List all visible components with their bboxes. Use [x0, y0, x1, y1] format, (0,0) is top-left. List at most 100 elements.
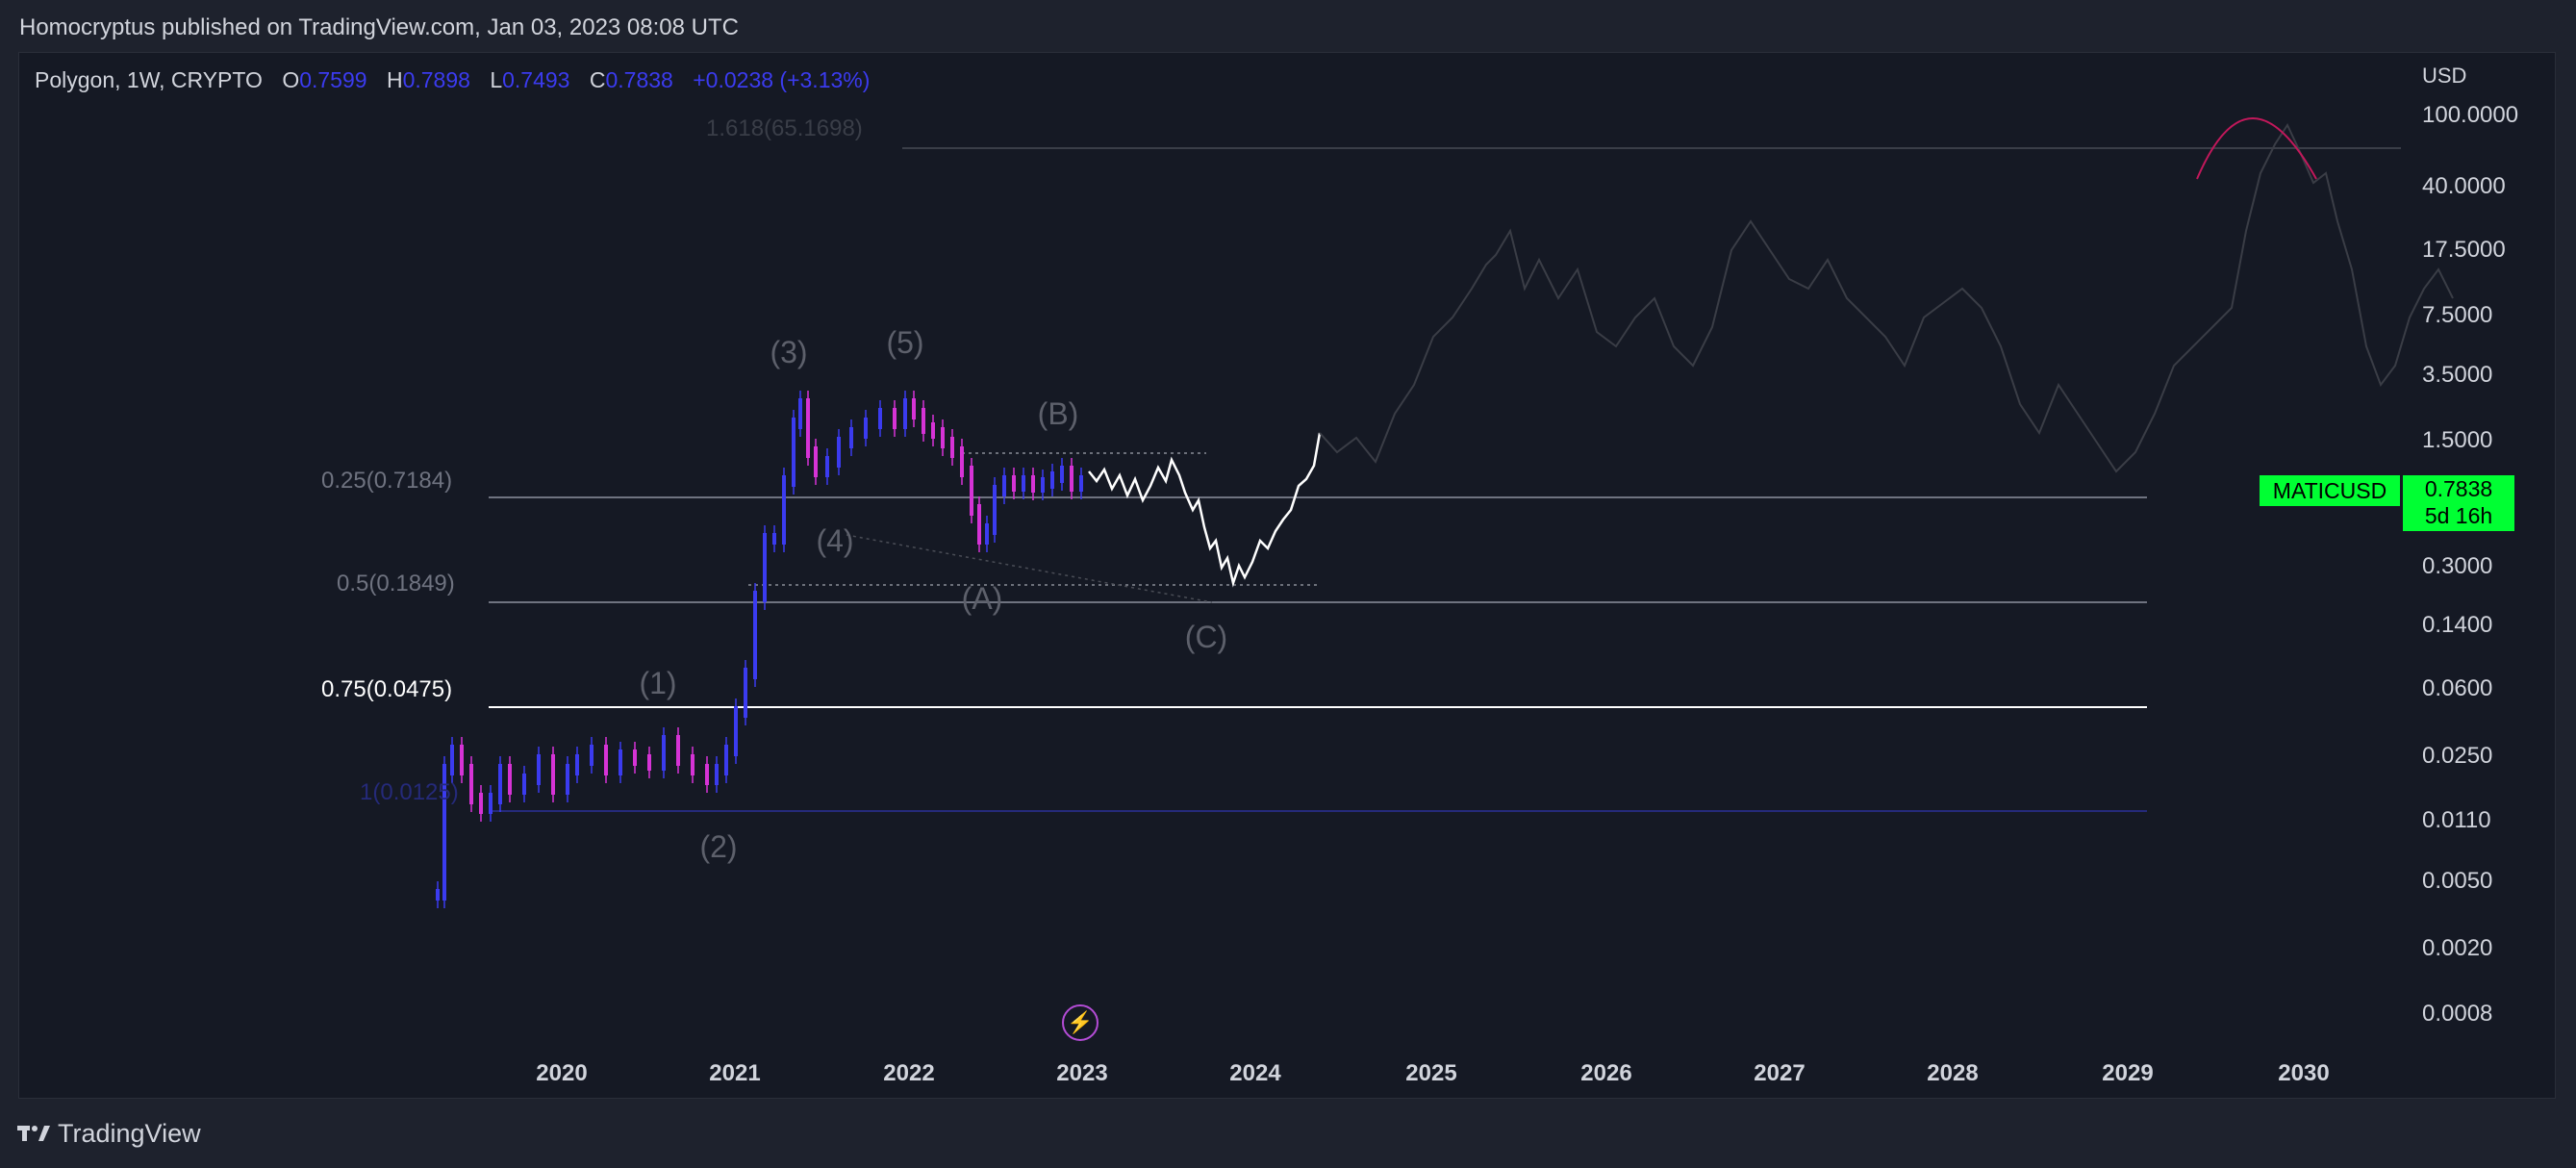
candle-body: [950, 437, 954, 458]
wave-label-b[interactable]: (B): [1038, 396, 1079, 432]
price-tick: 0.0600: [2422, 675, 2493, 701]
candle-body: [734, 706, 738, 756]
price-tick: 3.5000: [2422, 362, 2493, 388]
footer-brand-text: TradingView: [58, 1119, 201, 1148]
price-tick: 0.0250: [2422, 743, 2493, 769]
candle-body: [508, 764, 512, 795]
time-tick: 2030: [2278, 1060, 2330, 1086]
price-tick: 0.0110: [2422, 807, 2491, 833]
wave-label-4[interactable]: (4): [816, 523, 853, 559]
candle-body: [772, 533, 776, 545]
fib-label-05[interactable]: 0.5(0.1849): [337, 571, 455, 597]
price-tick: 0.1400: [2422, 612, 2493, 638]
legend-high-label: H: [386, 67, 403, 92]
candle-body: [878, 408, 882, 429]
price-tick: 0.0020: [2422, 935, 2493, 961]
last-price-symbol-badge[interactable]: MATICUSD: [2260, 475, 2400, 506]
legend-close-label: C: [589, 67, 606, 92]
candle-body: [469, 764, 473, 804]
candle-body: [912, 398, 916, 419]
candle-body: [753, 591, 757, 679]
candle-body: [792, 418, 796, 487]
legend-change: +0.0238 (+3.13%): [693, 67, 871, 92]
candle-body: [864, 418, 868, 439]
time-tick: 2023: [1056, 1060, 1108, 1086]
legend-low-value: 0.7493: [502, 67, 570, 92]
wave-label-a[interactable]: (A): [962, 581, 1003, 617]
time-tick: 2021: [709, 1060, 761, 1086]
candle-body: [1031, 475, 1035, 493]
candle-body: [619, 749, 622, 775]
price-tick: 0.0050: [2422, 868, 2493, 894]
wave-label-1[interactable]: (1): [639, 666, 676, 701]
legend-close-value: 0.7838: [605, 67, 673, 92]
last-price-value: 0.7838: [2424, 476, 2493, 501]
candle-body: [647, 754, 651, 771]
legend-low-label: L: [490, 67, 503, 92]
candle-body: [931, 422, 935, 439]
candle-body: [691, 754, 695, 775]
time-tick: 2022: [883, 1060, 935, 1086]
fib-label-075[interactable]: 0.75(0.0475): [321, 676, 452, 703]
bar-countdown: 5d 16h: [2424, 503, 2493, 528]
candle-body: [566, 764, 569, 795]
price-tick: 17.5000: [2422, 237, 2506, 263]
time-tick: 2024: [1229, 1060, 1281, 1086]
candle-body: [1041, 477, 1045, 493]
lightning-icon[interactable]: ⚡: [1062, 1004, 1099, 1041]
dotted-wave4-line[interactable]: [846, 534, 1213, 603]
candle-body: [1022, 475, 1025, 492]
projection-path-gray[interactable]: [1319, 122, 2454, 473]
candlestick-series: [436, 391, 1083, 908]
candle-body: [941, 427, 945, 448]
candle-body: [537, 754, 541, 785]
candle-body: [676, 735, 680, 766]
candle-body: [993, 485, 997, 535]
candle-body: [849, 427, 853, 448]
last-price-badge[interactable]: 0.7838 5d 16h: [2403, 475, 2514, 531]
price-tick: 0.3000: [2422, 553, 2493, 579]
candle-body: [633, 749, 637, 766]
projection-path-white[interactable]: [1088, 432, 1322, 588]
legend-symbol: Polygon, 1W, CRYPTO: [35, 67, 263, 92]
price-tick: 40.0000: [2422, 173, 2506, 199]
wave-label-2[interactable]: (2): [699, 829, 737, 865]
candle-body: [551, 754, 555, 795]
candle-body: [806, 398, 810, 458]
fib-label-1618[interactable]: 1.618(65.1698): [706, 115, 863, 142]
currency-label[interactable]: USD: [2422, 63, 2466, 89]
candle-body: [814, 446, 818, 477]
fib-label-025[interactable]: 0.25(0.7184): [321, 468, 452, 495]
candle-body: [825, 456, 829, 477]
fib-label-1[interactable]: 1(0.0125): [360, 779, 459, 806]
candle-body: [522, 774, 526, 795]
time-tick: 2028: [1927, 1060, 1979, 1086]
time-tick: 2025: [1405, 1060, 1457, 1086]
candle-body: [1079, 475, 1083, 492]
candle-body: [575, 754, 579, 775]
candle-body: [450, 745, 454, 775]
candle-body: [744, 668, 747, 718]
wave-label-5[interactable]: (5): [886, 325, 923, 361]
candle-body: [960, 446, 964, 477]
candle-body: [798, 398, 802, 429]
candle-body: [1050, 471, 1054, 489]
symbol-legend[interactable]: Polygon, 1W, CRYPTO O0.7599 H0.7898 L0.7…: [35, 67, 870, 93]
wave-label-c[interactable]: (C): [1185, 620, 1227, 655]
time-tick: 2027: [1754, 1060, 1806, 1086]
candle-body: [903, 398, 907, 429]
candle-body: [970, 466, 973, 516]
wave-label-3[interactable]: (3): [770, 335, 807, 370]
tradingview-logo-icon: [17, 1120, 50, 1150]
time-tick: 2026: [1580, 1060, 1632, 1086]
candle-body: [436, 889, 440, 901]
candle-body: [715, 764, 719, 785]
candle-body: [460, 745, 464, 775]
price-tick: 0.0008: [2422, 1001, 2493, 1027]
candle-body: [724, 745, 728, 775]
candle-body: [489, 793, 492, 814]
candle-body: [705, 764, 709, 785]
footer-brand[interactable]: TradingView: [17, 1119, 201, 1152]
time-tick: 2020: [536, 1060, 588, 1086]
candle-body: [1012, 475, 1016, 492]
